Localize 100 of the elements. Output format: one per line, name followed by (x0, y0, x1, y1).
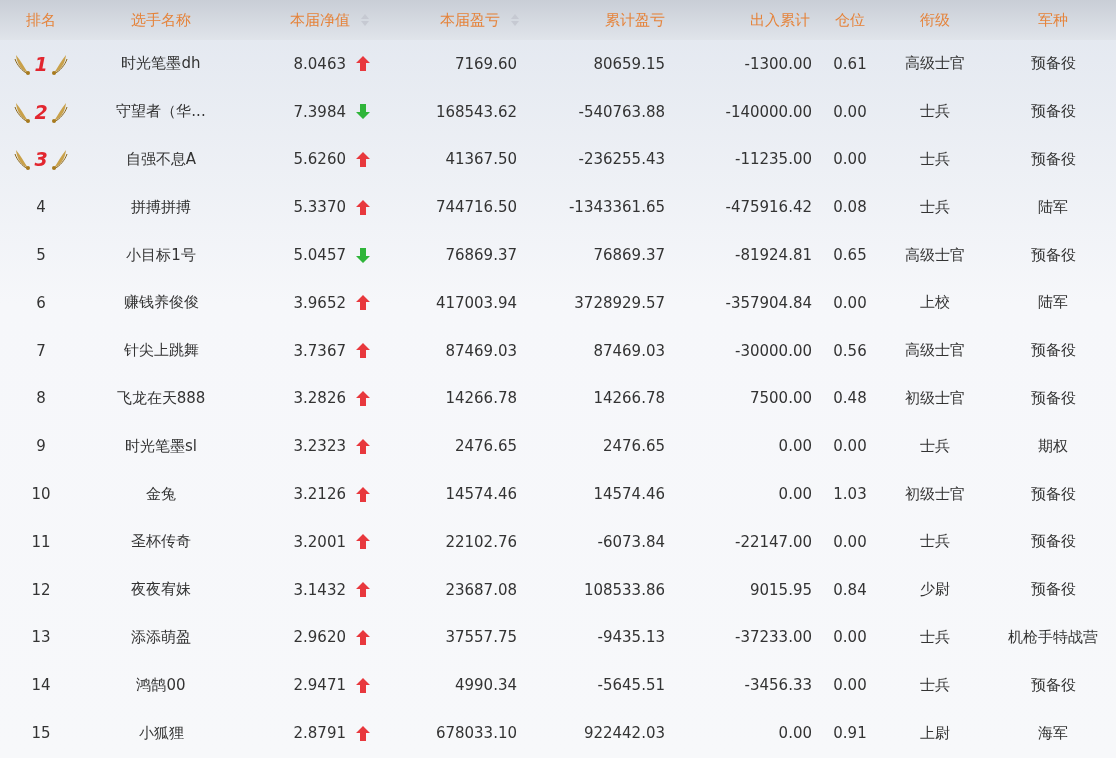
position-ratio: 0.00 (833, 102, 867, 121)
military-rank: 士兵 (920, 102, 950, 122)
military-rank: 初级士官 (905, 388, 965, 408)
winged-rank-badge: 3 (14, 148, 68, 171)
total-pnl: -540763.88 (578, 102, 665, 121)
total-pnl: 87469.03 (593, 341, 665, 360)
position-ratio: 0.00 (833, 293, 867, 312)
player-name[interactable]: 圣杯传奇 (131, 532, 191, 552)
period-pnl: 37557.75 (445, 628, 517, 647)
player-name[interactable]: 针尖上跳舞 (123, 341, 199, 361)
total-pnl: 76869.37 (593, 246, 665, 265)
period-pnl: 678033.10 (435, 724, 517, 743)
winged-rank-badge: 1 (14, 52, 68, 75)
period-pnl: 7169.60 (454, 54, 517, 73)
branch-cell: 陆军 (1038, 293, 1068, 313)
cash-flow: 0.00 (778, 485, 812, 504)
player-name[interactable]: 小狐狸 (138, 723, 184, 743)
total-pnl: -9435.13 (597, 628, 665, 647)
rank-number: 13 (31, 628, 51, 647)
player-name[interactable]: 时光笔墨dh (121, 54, 201, 74)
military-rank: 高级士官 (905, 54, 965, 74)
military-rank: 士兵 (920, 675, 950, 695)
net-value: 2.9620 (293, 628, 346, 647)
total-pnl: 14266.78 (593, 389, 665, 408)
period-pnl: 417003.94 (435, 293, 517, 312)
military-rank: 士兵 (920, 436, 950, 456)
rank-number: 11 (31, 532, 51, 551)
player-name[interactable]: 自强不息A (125, 150, 197, 169)
position-ratio: 0.84 (833, 580, 867, 599)
player-name[interactable]: 守望者（华... (116, 102, 206, 122)
military-rank: 士兵 (920, 627, 950, 647)
net-value: 5.3370 (293, 198, 346, 217)
net-value: 5.6260 (293, 150, 346, 169)
net-value: 8.0463 (293, 54, 346, 73)
net-value: 3.9652 (293, 293, 346, 312)
military-rank: 士兵 (920, 532, 950, 552)
branch-cell: 预备役 (1030, 54, 1076, 74)
rank-number: 14 (31, 676, 51, 695)
player-name[interactable]: 添添萌盈 (131, 627, 191, 647)
period-pnl: 744716.50 (435, 198, 517, 217)
cash-flow: -30000.00 (735, 341, 812, 360)
position-ratio: 1.03 (833, 485, 867, 504)
cash-flow: -81924.81 (735, 246, 812, 265)
cash-flow: -140000.00 (725, 102, 812, 121)
cash-flow: -37233.00 (735, 628, 812, 647)
total-pnl: 922442.03 (583, 724, 665, 743)
winged-rank-badge: 2 (14, 100, 68, 123)
period-pnl: 87469.03 (445, 341, 517, 360)
player-name[interactable]: 飞龙在天888 (116, 388, 206, 408)
cash-flow: 7500.00 (749, 389, 812, 408)
period-pnl: 4990.34 (454, 676, 517, 695)
military-rank: 高级士官 (905, 341, 965, 361)
player-name[interactable]: 小目标1号 (126, 245, 196, 265)
cash-flow: -22147.00 (735, 532, 812, 551)
period-pnl: 23687.08 (445, 580, 517, 599)
total-pnl: 14574.46 (593, 485, 665, 504)
player-name[interactable]: 鸿鹄00 (136, 675, 186, 695)
net-value: 3.1432 (293, 580, 346, 599)
rank-number: 15 (31, 724, 51, 743)
cash-flow: -357904.84 (725, 293, 812, 312)
cash-flow: -475916.42 (725, 198, 812, 217)
rank-number: 6 (36, 293, 46, 312)
branch-cell: 陆军 (1038, 197, 1068, 217)
total-pnl: 2476.65 (602, 437, 665, 456)
position-ratio: 0.00 (833, 676, 867, 695)
cash-flow: -11235.00 (735, 150, 812, 169)
player-name[interactable]: 拼搏拼搏 (131, 197, 191, 217)
net-value: 3.2826 (293, 389, 346, 408)
rank-number: 5 (36, 246, 46, 265)
position-ratio: 0.48 (833, 389, 867, 408)
player-name[interactable]: 时光笔墨sl (125, 436, 197, 456)
total-pnl: -1343361.65 (568, 198, 665, 217)
branch-cell: 预备役 (1030, 532, 1076, 552)
net-value: 2.8791 (293, 724, 346, 743)
military-rank: 少尉 (920, 580, 950, 600)
cash-flow: -1300.00 (744, 54, 812, 73)
net-value: 7.3984 (293, 102, 346, 121)
rank-number: 4 (36, 198, 46, 217)
rank-number: 12 (31, 580, 51, 599)
total-pnl: 3728929.57 (574, 293, 665, 312)
rank-number: 7 (36, 341, 46, 360)
cash-flow: -3456.33 (744, 676, 812, 695)
total-pnl: -6073.84 (597, 532, 665, 551)
total-pnl: -236255.43 (578, 150, 665, 169)
total-pnl: -5645.51 (597, 676, 665, 695)
player-name[interactable]: 金兔 (146, 484, 176, 504)
player-name[interactable]: 赚钱养俊俊 (123, 293, 199, 313)
branch-cell: 预备役 (1030, 675, 1076, 695)
period-pnl: 14266.78 (445, 389, 517, 408)
period-pnl: 41367.50 (445, 150, 517, 169)
branch-cell: 预备役 (1030, 484, 1076, 504)
period-pnl: 14574.46 (445, 485, 517, 504)
military-rank: 士兵 (920, 150, 950, 169)
cash-flow: 0.00 (778, 437, 812, 456)
net-value: 3.2001 (293, 532, 346, 551)
branch-cell: 海军 (1038, 723, 1068, 743)
position-ratio: 0.00 (833, 628, 867, 647)
position-ratio: 0.08 (833, 198, 867, 217)
military-rank: 上校 (920, 293, 950, 313)
player-name[interactable]: 夜夜宥妹 (131, 580, 191, 600)
